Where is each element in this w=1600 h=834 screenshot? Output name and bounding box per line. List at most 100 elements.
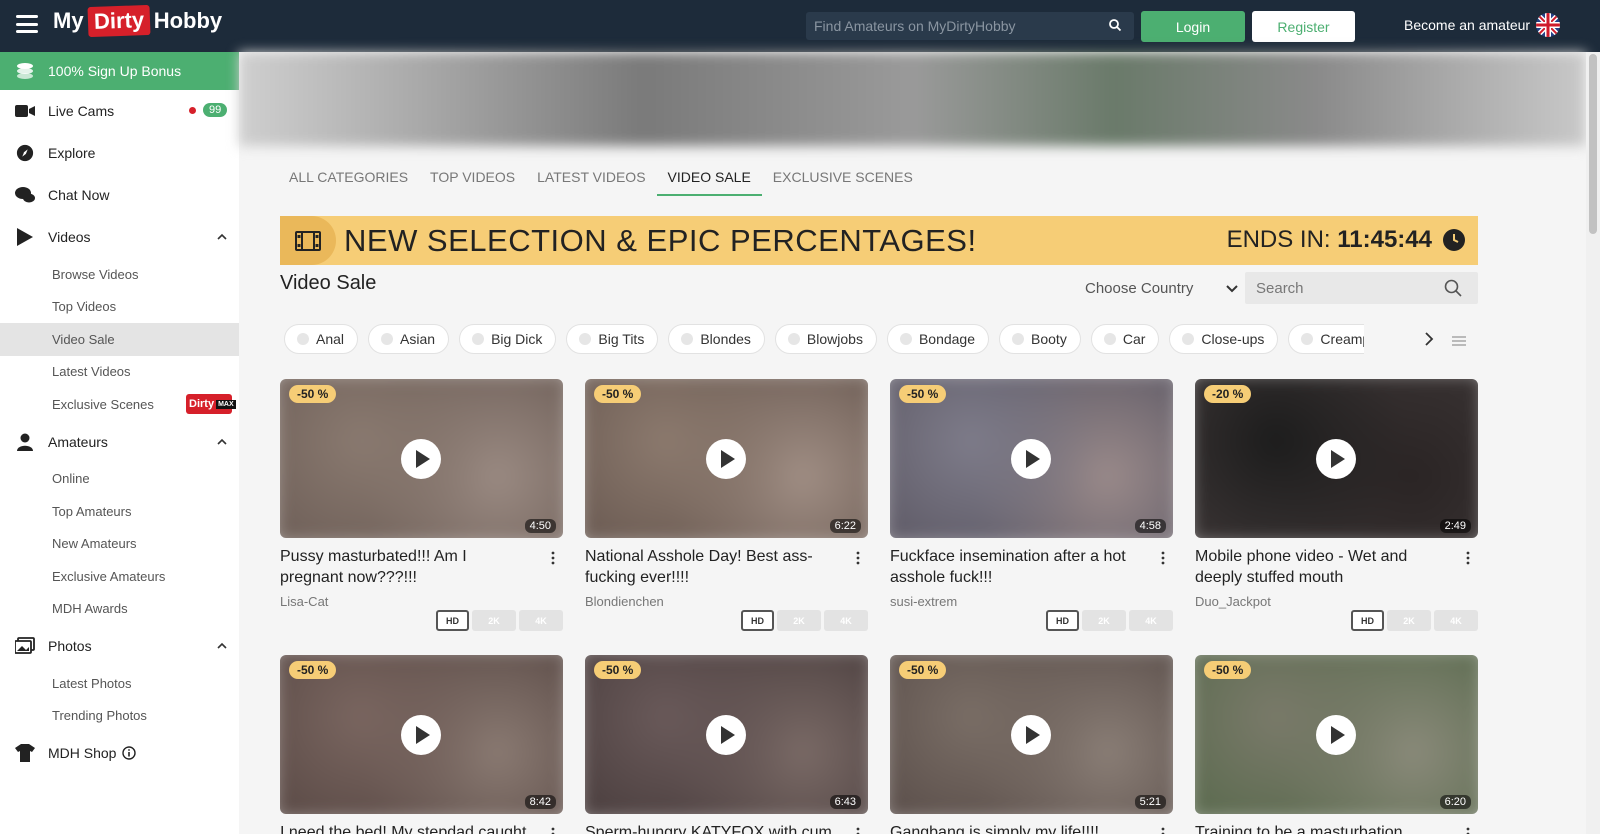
- video-title[interactable]: Pussy masturbated!!! Am I pregnant now??…: [280, 546, 530, 588]
- sidebar-sub-trending-photos[interactable]: Trending Photos: [0, 700, 239, 733]
- more-options-icon[interactable]: [856, 827, 860, 834]
- video-card[interactable]: -50 % 4:58 Fuckface insemination after a h…: [890, 379, 1173, 631]
- play-button-icon[interactable]: [1011, 439, 1051, 479]
- sidebar-item-photos[interactable]: Photos: [0, 625, 239, 667]
- scrollbar-thumb[interactable]: [1589, 54, 1597, 234]
- uk-flag-icon[interactable]: [1536, 13, 1560, 37]
- video-author[interactable]: susi-extrem: [890, 594, 1173, 609]
- sidebar-item-live-cams[interactable]: Live Cams 99: [0, 90, 239, 132]
- sidebar-item-explore[interactable]: Explore: [0, 132, 239, 174]
- sidebar-item-amateurs[interactable]: Amateurs: [0, 421, 239, 463]
- category-chip[interactable]: Big Tits: [566, 324, 659, 354]
- sidebar-item-chat-now[interactable]: Chat Now: [0, 174, 239, 216]
- sidebar-sub-new-amateurs[interactable]: New Amateurs: [0, 528, 239, 561]
- tab-latest-videos[interactable]: LATEST VIDEOS: [526, 158, 656, 196]
- category-chip[interactable]: Blowjobs: [774, 324, 877, 354]
- video-card[interactable]: -50 % 4:50 Pussy masturbated!!! Am I pregn…: [280, 379, 563, 631]
- sidebar-sub-exclusive-amateurs[interactable]: Exclusive Amateurs: [0, 560, 239, 593]
- sidebar-sub-exclusive-scenes[interactable]: Exclusive Scenes Dirty MAX: [0, 388, 239, 421]
- more-options-icon[interactable]: [1161, 827, 1165, 834]
- tab-top-videos[interactable]: TOP VIDEOS: [419, 158, 526, 196]
- search-icon[interactable]: [1444, 279, 1462, 297]
- video-title[interactable]: Gangbang is simply my life!!!!: [890, 822, 1140, 834]
- play-button-icon[interactable]: [706, 715, 746, 755]
- category-chip[interactable]: Blondes: [668, 324, 765, 354]
- sidebar-sub-top-amateurs[interactable]: Top Amateurs: [0, 495, 239, 528]
- play-button-icon[interactable]: [1316, 439, 1356, 479]
- page-scrollbar[interactable]: [1586, 52, 1600, 834]
- video-title[interactable]: I need the bed! My stepdad caught: [280, 822, 530, 834]
- sidebar-sub-top-videos[interactable]: Top Videos: [0, 291, 239, 324]
- chevron-up-icon[interactable]: [217, 232, 227, 242]
- video-title[interactable]: National Asshole Day! Best ass-fucking e…: [585, 546, 835, 588]
- chevron-up-icon[interactable]: [217, 641, 227, 651]
- sidebar-sub-browse-videos[interactable]: Browse Videos: [0, 258, 239, 291]
- sidebar-sub-latest-photos[interactable]: Latest Photos: [0, 667, 239, 700]
- more-options-icon[interactable]: [1466, 551, 1470, 565]
- tab-exclusive-scenes[interactable]: EXCLUSIVE SCENES: [762, 158, 924, 196]
- more-options-icon[interactable]: [551, 551, 555, 565]
- filter-lines-icon[interactable]: [1452, 335, 1466, 347]
- video-author[interactable]: Blondienchen: [585, 594, 868, 609]
- video-card[interactable]: -50 % 8:42 I need the bed! My stepdad caug…: [280, 655, 563, 834]
- video-author[interactable]: Lisa-Cat: [280, 594, 563, 609]
- video-thumbnail[interactable]: -50 % 5:21: [890, 655, 1173, 814]
- video-title[interactable]: Training to be a masturbation: [1195, 822, 1445, 834]
- video-card[interactable]: -50 % 6:20 Training to be a masturbation: [1195, 655, 1478, 834]
- chevron-up-icon[interactable]: [217, 437, 227, 447]
- login-button[interactable]: Login: [1141, 11, 1245, 42]
- more-options-icon[interactable]: [1161, 551, 1165, 565]
- video-thumbnail[interactable]: -50 % 6:20: [1195, 655, 1478, 814]
- play-button-icon[interactable]: [706, 439, 746, 479]
- category-chip[interactable]: Creampie: [1288, 324, 1364, 354]
- sidebar-item-mdh-shop[interactable]: MDH Shop: [0, 732, 239, 774]
- category-chip[interactable]: Bondage: [886, 324, 990, 354]
- video-thumbnail[interactable]: -20 % 2:49: [1195, 379, 1478, 538]
- play-button-icon[interactable]: [1011, 715, 1051, 755]
- video-card[interactable]: -50 % 6:22 National Asshole Day! Best ass-…: [585, 379, 868, 631]
- chevron-right-icon[interactable]: [1424, 332, 1434, 346]
- video-thumbnail[interactable]: -50 % 4:50: [280, 379, 563, 538]
- hamburger-menu-icon[interactable]: [16, 15, 38, 33]
- video-title[interactable]: Fuckface insemination after a hot asshol…: [890, 546, 1140, 588]
- video-title[interactable]: Mobile phone video - Wet and deeply stuf…: [1195, 546, 1445, 588]
- category-chip[interactable]: Booty: [999, 324, 1081, 354]
- more-options-icon[interactable]: [1466, 827, 1470, 834]
- play-button-icon[interactable]: [1316, 715, 1356, 755]
- category-chip[interactable]: Big Dick: [459, 324, 557, 354]
- sidebar-sub-latest-videos[interactable]: Latest Videos: [0, 356, 239, 389]
- video-author[interactable]: Duo_Jackpot: [1195, 594, 1478, 609]
- tab-all-categories[interactable]: ALL CATEGORIES: [278, 158, 419, 196]
- more-options-icon[interactable]: [856, 551, 860, 565]
- video-thumbnail[interactable]: -50 % 6:43: [585, 655, 868, 814]
- chevron-down-icon[interactable]: [1226, 284, 1238, 294]
- sidebar-item-videos[interactable]: Videos: [0, 216, 239, 258]
- video-title[interactable]: Sperm-hungry KATYFOX with cum: [585, 822, 835, 834]
- sidebar-sub-mdh-awards[interactable]: MDH Awards: [0, 593, 239, 626]
- sidebar-sub-online[interactable]: Online: [0, 463, 239, 496]
- info-icon[interactable]: [122, 746, 137, 760]
- video-card[interactable]: -50 % 6:43 Sperm-hungry KATYFOX with cum: [585, 655, 868, 834]
- category-chip[interactable]: Close-ups: [1169, 324, 1279, 354]
- category-chip[interactable]: Anal: [284, 324, 359, 354]
- blurred-banner-image[interactable]: [239, 52, 1586, 146]
- sidebar-sub-video-sale[interactable]: Video Sale: [0, 323, 239, 356]
- site-logo[interactable]: My Dirty Hobby: [53, 4, 222, 38]
- video-thumbnail[interactable]: -50 % 4:58: [890, 379, 1173, 538]
- video-thumbnail[interactable]: -50 % 6:22: [585, 379, 868, 538]
- sidebar-item-bonus[interactable]: 100% Sign Up Bonus: [0, 52, 239, 90]
- category-chip[interactable]: Car: [1090, 324, 1160, 354]
- search-icon[interactable]: [1108, 18, 1122, 32]
- register-button[interactable]: Register: [1252, 11, 1355, 42]
- top-search-input[interactable]: [806, 18, 1096, 34]
- video-card[interactable]: -50 % 5:21 Gangbang is simply my life!!!!: [890, 655, 1173, 834]
- tab-video-sale[interactable]: VIDEO SALE: [656, 158, 762, 196]
- play-button-icon[interactable]: [401, 439, 441, 479]
- become-amateur-link[interactable]: Become an amateur: [1404, 17, 1530, 33]
- video-thumbnail[interactable]: -50 % 8:42: [280, 655, 563, 814]
- country-select[interactable]: Choose Country: [1085, 280, 1193, 297]
- play-button-icon[interactable]: [401, 715, 441, 755]
- category-chip[interactable]: Asian: [368, 324, 450, 354]
- video-card[interactable]: -20 % 2:49 Mobile phone video - Wet and de…: [1195, 379, 1478, 631]
- more-options-icon[interactable]: [551, 827, 555, 834]
